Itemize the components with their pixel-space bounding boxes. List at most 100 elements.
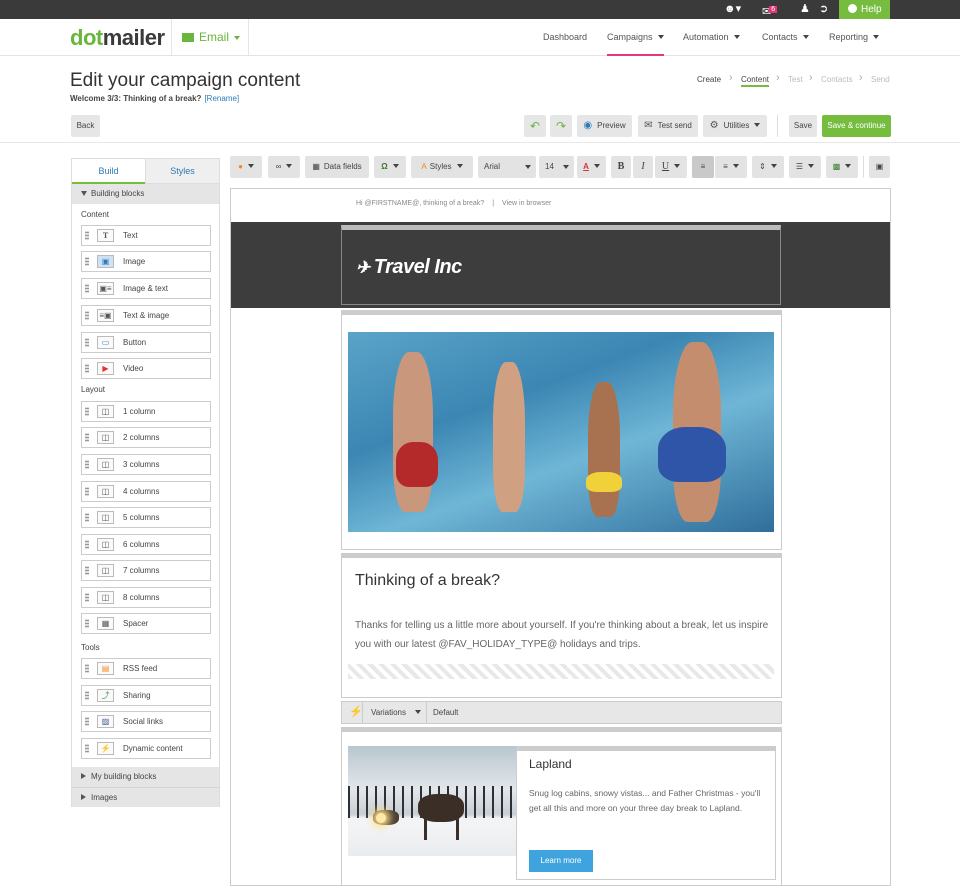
nav-automation[interactable]: Automation — [683, 19, 740, 56]
block-social-links[interactable]: ▨ Social links — [81, 711, 211, 732]
brand-text: Travel Inc — [373, 256, 463, 278]
block-2-columns[interactable]: ◫ 2 columns — [81, 427, 211, 448]
align-center-button[interactable]: ≡ — [715, 156, 747, 178]
expand-icon — [81, 191, 87, 196]
block-3-columns[interactable]: ◫ 3 columns — [81, 454, 211, 475]
font-family-select[interactable]: Arial — [478, 156, 536, 178]
step-content[interactable]: Content — [741, 75, 770, 87]
block-image-text[interactable]: ▣≡ Image & text — [81, 278, 211, 299]
view-in-browser-link[interactable]: View in browser — [502, 200, 551, 207]
align-left-button[interactable]: ≡ — [692, 156, 714, 178]
logout-icon[interactable]: ➲ — [819, 3, 828, 16]
italic-button[interactable]: I — [633, 156, 653, 178]
underline-button[interactable]: U — [655, 156, 687, 178]
section-label: My building blocks — [91, 772, 157, 781]
chevron-down-icon — [674, 164, 681, 168]
font-size-select[interactable]: 14 — [539, 156, 574, 178]
block-button[interactable]: ▭ Button — [81, 332, 211, 353]
block-label: Spacer — [123, 619, 149, 628]
card-title[interactable]: Lapland — [529, 757, 572, 771]
undo-button[interactable]: ↶ — [524, 115, 546, 137]
block-dynamic-content[interactable]: ⚡ Dynamic content — [81, 738, 211, 759]
nav-dashboard[interactable]: Dashboard — [543, 19, 587, 56]
bar-divider — [426, 702, 427, 723]
nav-reporting[interactable]: Reporting — [829, 19, 880, 56]
list-button[interactable]: ☰ — [789, 156, 821, 178]
nav-label: Campaigns — [607, 32, 653, 42]
image-icon: ▣ — [97, 255, 114, 268]
block-5-columns[interactable]: ◫ 5 columns — [81, 507, 211, 528]
redo-button[interactable]: ↷ — [550, 115, 572, 137]
user-icon[interactable]: ♟ — [800, 3, 810, 16]
step-create[interactable]: Create — [697, 75, 721, 84]
email-body-text[interactable]: Thanks for telling us a little more abou… — [355, 616, 770, 654]
email-headline[interactable]: Thinking of a break? — [355, 572, 500, 590]
block-sharing[interactable]: ⤴ Sharing — [81, 685, 211, 706]
rename-link[interactable]: [Rename] — [204, 94, 239, 103]
special-chars-button[interactable]: Ω — [374, 156, 406, 178]
chevron-down-icon — [525, 165, 531, 169]
card-body[interactable]: Snug log cabins, snowy vistas... and Fat… — [529, 786, 761, 816]
bold-button[interactable]: B — [611, 156, 631, 178]
background-color-button[interactable]: ● — [230, 156, 262, 178]
block-4-columns[interactable]: ◫ 4 columns — [81, 481, 211, 502]
header-block[interactable]: ✈ Travel Inc — [341, 225, 781, 305]
text-color-button[interactable]: A — [577, 156, 606, 178]
link-icon: ∞ — [275, 162, 282, 171]
learn-more-button[interactable]: Learn more — [529, 850, 593, 872]
tab-styles[interactable]: Styles — [145, 159, 219, 184]
drag-handle-icon — [85, 257, 89, 266]
preheader-separator: | — [492, 200, 495, 207]
variation-value[interactable]: Default — [433, 702, 458, 723]
block-image[interactable]: ▣ Image — [81, 251, 211, 272]
block-6-columns[interactable]: ◫ 6 columns — [81, 534, 211, 555]
source-view-button[interactable]: ▣ — [869, 156, 890, 178]
block-spacer[interactable]: ▦ Spacer — [81, 613, 211, 634]
test-send-button[interactable]: ✉ Test send — [638, 115, 698, 137]
page-title: Edit your campaign content — [70, 70, 301, 91]
preheader-greeting[interactable]: Hi @FIRSTNAME@, thinking of a break? — [356, 200, 484, 207]
chevron-down-icon — [414, 710, 421, 714]
block-rss-feed[interactable]: ▤ RSS feed — [81, 658, 211, 679]
nav-campaigns[interactable]: Campaigns — [607, 19, 664, 56]
save-continue-button[interactable]: Save & continue — [822, 115, 891, 137]
help-button[interactable]: Help — [839, 0, 890, 19]
save-button[interactable]: Save — [789, 115, 817, 137]
insert-button[interactable]: ▩ — [826, 156, 858, 178]
text-block[interactable]: Thinking of a break? Thanks for telling … — [341, 553, 782, 698]
line-height-button[interactable]: ⇕ — [752, 156, 784, 178]
tab-build[interactable]: Build — [72, 159, 145, 184]
utilities-button[interactable]: ⚙ Utilities — [703, 115, 767, 137]
columns-icon: ◫ — [97, 485, 114, 498]
block-text[interactable]: T Text — [81, 225, 211, 246]
variations-dropdown[interactable]: Variations — [371, 702, 421, 723]
drag-handle-icon — [85, 284, 89, 293]
drag-handle-icon — [85, 513, 89, 522]
utilities-label: Utilities — [723, 121, 750, 130]
back-button[interactable]: Back — [71, 115, 100, 137]
dynamic-content-bar: ⚡ Variations Default — [341, 701, 782, 724]
styles-dropdown[interactable]: A Styles — [411, 156, 473, 178]
product-selector[interactable]: Email — [171, 19, 249, 56]
nav-label: Contacts — [762, 32, 798, 42]
preview-button[interactable]: ◉ Preview — [577, 115, 632, 137]
images-header[interactable]: Images — [72, 787, 219, 807]
block-video[interactable]: ▶ Video — [81, 358, 211, 379]
block-1-column[interactable]: ◫ 1 column — [81, 401, 211, 422]
image-text-block[interactable]: Lapland Snug log cabins, snowy vistas...… — [341, 727, 782, 885]
nav-contacts[interactable]: Contacts — [762, 19, 809, 56]
data-fields-button[interactable]: ▦ Data fields — [305, 156, 369, 178]
block-7-columns[interactable]: ◫ 7 columns — [81, 560, 211, 581]
header-divider — [0, 142, 960, 143]
link-button[interactable]: ∞ — [268, 156, 300, 178]
image-block[interactable] — [341, 310, 782, 550]
notifications-icon[interactable]: ✉6 — [762, 3, 778, 19]
my-blocks-header[interactable]: My building blocks — [72, 767, 219, 787]
building-blocks-header[interactable]: Building blocks — [72, 184, 219, 204]
block-8-columns[interactable]: ◫ 8 columns — [81, 587, 211, 608]
drag-handle-icon — [85, 487, 89, 496]
account-switch-icon[interactable]: ☻▾ — [724, 3, 741, 16]
logo[interactable]: dotmailer — [70, 25, 165, 51]
block-text-image[interactable]: ≡▣ Text & image — [81, 305, 211, 326]
drag-handle-icon — [85, 593, 89, 602]
